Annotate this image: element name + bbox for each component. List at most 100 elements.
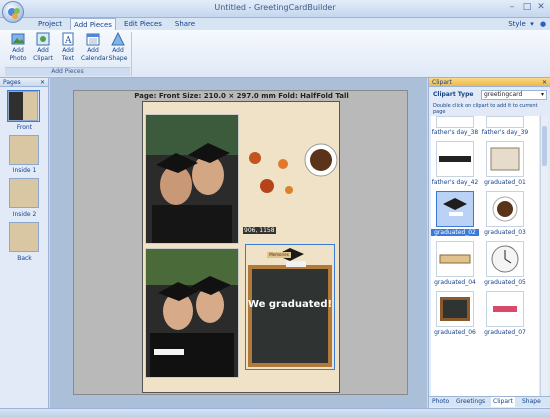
tab-project[interactable]: Project	[32, 18, 68, 30]
style-arrow-icon[interactable]: ▾	[528, 18, 536, 30]
clock-icon	[491, 245, 519, 273]
clipart-item-graduated-03[interactable]	[486, 191, 524, 227]
clipart-type-label: Clipart Type	[433, 91, 474, 98]
photo-frame-bottom[interactable]	[145, 248, 239, 378]
page-label-front: Front	[16, 124, 33, 131]
style-menu[interactable]: Style	[506, 18, 528, 30]
clipart-label: graduated_06	[434, 329, 476, 336]
frame-icon	[490, 147, 520, 171]
clipart-item-graduated-05[interactable]	[486, 241, 524, 277]
clipart-label: graduated_03	[484, 229, 526, 236]
clipart-panel-header: Clipart ✕	[429, 78, 550, 87]
clipart-label: graduated_07	[484, 329, 526, 336]
pages-panel: Pages ✕ Front Inside 1 Inside 2 Back	[0, 78, 49, 408]
page-label-inside-2: Inside 2	[12, 211, 37, 218]
add-calendar-button[interactable]: Add Calendar	[81, 32, 108, 66]
clipart-item-graduated-06[interactable]	[436, 291, 474, 327]
add-clipart-label-2: Clipart	[33, 55, 53, 62]
belt-icon	[439, 156, 471, 162]
pages-close-icon[interactable]: ✕	[40, 78, 48, 87]
clipart-item-fathers-day-38[interactable]	[436, 116, 474, 128]
clipart-scroll-thumb[interactable]	[542, 126, 547, 166]
shape-icon	[111, 32, 125, 46]
add-text-button[interactable]: A Add Text	[56, 32, 80, 66]
tab-edit-pieces[interactable]: Edit Pieces	[120, 18, 166, 30]
clipart-scrollbar[interactable]	[540, 116, 548, 398]
add-text-label-2: Text	[61, 55, 75, 62]
greeting-card[interactable]: 906, 1158 We graduated! Memories	[142, 101, 340, 393]
ribbon-group-label: Add Pieces	[5, 67, 130, 76]
page-info: Page: Front Size: 210.0 × 297.0 mm Fold:…	[134, 92, 349, 100]
clipart-label: father's day_39	[481, 129, 529, 136]
clipart-item-fathers-day-39[interactable]	[486, 116, 524, 128]
tab-share[interactable]: Share	[170, 18, 200, 30]
page-thumb-back[interactable]	[9, 222, 39, 252]
clipart-item-graduated-07[interactable]	[486, 291, 524, 327]
app-logo-icon	[8, 8, 20, 19]
page-thumb-front-image	[8, 91, 38, 121]
status-bar	[0, 408, 550, 417]
minimize-button[interactable]: –	[506, 2, 518, 13]
clipart-item-graduated-01[interactable]	[486, 141, 524, 177]
window-title: Untitled - GreetingCardBuilder	[214, 3, 336, 12]
clipart-panel: Clipart ✕ Clipart Type greetingcard ▾ Doub…	[428, 78, 550, 408]
add-shape-button[interactable]: Add Shape	[106, 32, 130, 66]
clipart-label-selected: graduated_02	[431, 229, 479, 236]
clipart-label: graduated_04	[434, 279, 476, 286]
coffee-cup-icon	[304, 143, 338, 177]
clipart-label: father's day_38	[431, 129, 479, 136]
close-button[interactable]: ✕	[535, 2, 547, 13]
bottom-tab-shape[interactable]: Shape	[522, 397, 541, 407]
chalkboard-clipart[interactable]: We graduated!	[245, 244, 335, 370]
text-icon: A	[62, 32, 74, 46]
coordinates-readout: 906, 1158	[243, 227, 276, 234]
svg-text:A: A	[64, 36, 72, 46]
page-canvas: Page: Front Size: 210.0 × 297.0 mm Fold:…	[73, 90, 408, 395]
add-photo-label-1: Add	[12, 47, 24, 54]
clipart-label: graduated_01	[484, 179, 526, 186]
flower-icon	[249, 152, 293, 194]
clipart-hint: Double click on clipart to add it to cur…	[433, 103, 538, 115]
ribbon-tabs: Project Add Pieces Edit Pieces Share Sty…	[0, 18, 550, 30]
bottom-tab-photo[interactable]: Photo	[432, 397, 449, 407]
add-calendar-label-1: Add	[87, 47, 99, 54]
pages-panel-title: Pages	[3, 79, 21, 86]
help-icon[interactable]: ●	[538, 18, 548, 30]
graduates-photo-bottom	[146, 249, 238, 377]
photo-frame-top[interactable]	[145, 114, 239, 244]
clipart-label: father's day_42	[431, 179, 479, 186]
calendar-icon	[86, 33, 100, 46]
bottom-tab-clipart[interactable]: Clipart	[491, 397, 515, 407]
ribbon-tag-icon	[439, 254, 471, 264]
select-arrow-icon: ▾	[540, 91, 544, 98]
clipart-item-graduated-04[interactable]	[436, 241, 474, 277]
clipart-item-fathers-day-42[interactable]	[436, 141, 474, 177]
add-photo-button[interactable]: Add Photo	[6, 32, 30, 66]
chalkboard-icon	[440, 297, 470, 321]
clipart-panel-title: Clipart	[432, 79, 452, 86]
panel-bottom-tabs: Photo Greetings Clipart Shape	[429, 396, 550, 407]
bottom-tab-greetings[interactable]: Greetings	[456, 397, 485, 407]
maximize-button[interactable]: □	[521, 2, 533, 13]
page-thumb-inside-2[interactable]	[9, 178, 39, 208]
coffee-cup-icon	[492, 196, 518, 222]
clipart-grid: father's day_38 father's day_39 father's…	[431, 116, 539, 398]
add-shape-label-2: Shape	[108, 55, 128, 62]
clipart-type-select[interactable]: greetingcard ▾	[481, 90, 547, 100]
graduation-cap-icon	[443, 198, 467, 216]
page-thumb-inside-1[interactable]	[9, 135, 39, 165]
app-menu-button[interactable]	[2, 1, 24, 23]
coffee-cup-clipart[interactable]	[303, 142, 339, 182]
add-photo-label-2: Photo	[9, 55, 27, 62]
add-clipart-button[interactable]: Add Clipart	[31, 32, 55, 66]
page-thumb-front[interactable]	[7, 90, 40, 122]
graduates-photo-top	[146, 115, 238, 243]
add-shape-label-1: Add	[112, 47, 124, 54]
page-label-back: Back	[17, 255, 32, 262]
we-graduated-text: We graduated!	[247, 299, 333, 310]
clipart-close-icon[interactable]: ✕	[542, 78, 550, 87]
tab-add-pieces[interactable]: Add Pieces	[70, 18, 116, 30]
clipart-item-graduated-02[interactable]	[436, 191, 474, 227]
memories-tag: Memories	[267, 252, 291, 258]
diploma-icon	[493, 306, 517, 312]
